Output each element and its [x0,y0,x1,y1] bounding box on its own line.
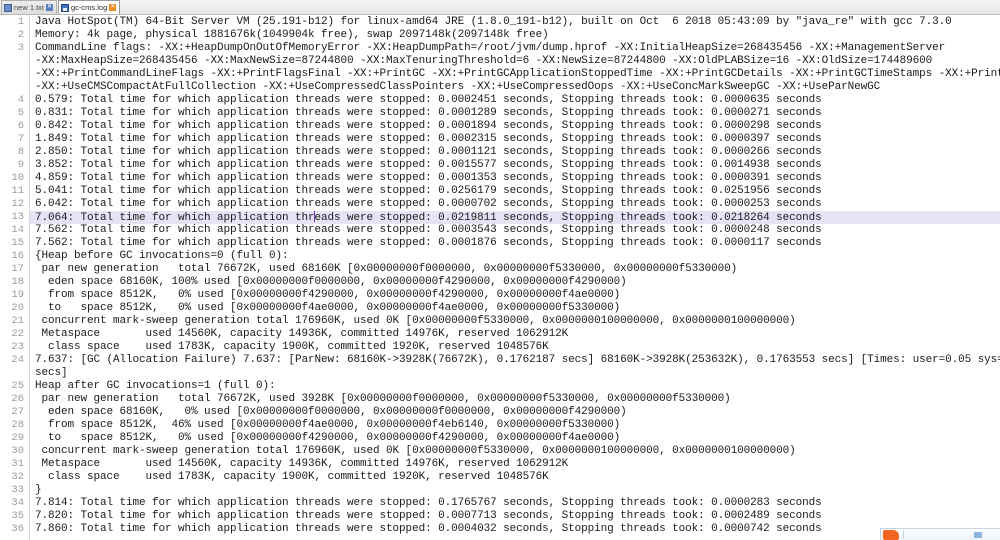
line-number: 7 [17,133,24,145]
line-number: 18 [11,276,24,288]
line-number: 22 [11,328,24,340]
text-caret [314,211,316,222]
code-line[interactable]: 0.842: Total time for which application … [30,120,1000,133]
code-line[interactable]: CommandLine flags: -XX:+HeapDumpOnOutOfM… [30,42,1000,55]
code-line[interactable]: secs] [30,367,1000,380]
line-number: 11 [11,185,24,197]
line-number: 12 [11,198,24,210]
tab-label: new 1.txt [14,2,45,12]
line-number: 28 [11,419,24,431]
code-line[interactable]: to space 8512K, 0% used [0x00000000f4290… [30,432,1000,445]
line-number: 31 [11,458,24,470]
line-number-continuation [0,55,29,68]
code-line[interactable]: class space used 1783K, capacity 1900K, … [30,341,1000,354]
code-line[interactable]: {Heap before GC invocations=0 (full 0): [30,250,1000,263]
line-number: 30 [11,445,24,457]
code-line[interactable]: 0.831: Total time for which application … [30,107,1000,120]
code-line[interactable]: 7.860: Total time for which application … [30,523,1000,536]
line-number: 2 [17,29,24,41]
line-number: 3 [17,42,24,54]
code-line[interactable]: 4.859: Total time for which application … [30,172,1000,185]
line-number: 29 [11,432,24,444]
line-number: 1 [17,16,24,28]
line-number: 15 [11,237,24,249]
tab-close-icon[interactable]: ✕ [46,4,54,11]
tab-label: gc-cms.log [71,2,108,12]
line-number: 35 [11,510,24,522]
code-line[interactable]: concurrent mark-sweep generation total 1… [30,445,1000,458]
line-number: 25 [11,380,24,392]
code-line[interactable]: 7.814: Total time for which application … [30,497,1000,510]
tab-close-icon[interactable]: ✕ [109,4,117,11]
code-line[interactable]: concurrent mark-sweep generation total 1… [30,315,1000,328]
code-line[interactable]: from space 8512K, 0% used [0x00000000f42… [30,289,1000,302]
code-line-current[interactable]: 7.064: Total time for which application … [30,211,1000,224]
app-logo-icon [883,529,899,540]
code-line[interactable]: 2.850: Total time for which application … [30,146,1000,159]
code-line[interactable]: Memory: 4k page, physical 1881676k(10499… [30,29,1000,42]
code-line[interactable]: 3.852: Total time for which application … [30,159,1000,172]
divider [903,530,904,539]
line-number: 19 [11,289,24,301]
code-line[interactable]: 7.637: [GC (Allocation Failure) 7.637: [… [30,354,1000,367]
editor-area[interactable]: 123 4 5 6 7 8 9 10 11 12 13 14 15 16 17 18 19 20 21 22 23 24… [0,15,1000,540]
code-line[interactable]: 7.820: Total time for which application … [30,510,1000,523]
code-line[interactable]: -XX:MaxHeapSize=268435456 -XX:MaxNewSize… [30,55,1000,68]
line-number: 26 [11,393,24,405]
line-number: 27 [11,406,24,418]
code-line[interactable]: 5.041: Total time for which application … [30,185,1000,198]
line-number: 9 [17,159,24,171]
line-number: 21 [11,315,24,327]
line-number: 36 [11,523,24,535]
line-number-continuation [0,81,29,94]
code-line[interactable]: Heap after GC invocations=1 (full 0): [30,380,1000,393]
widget-button-icon[interactable] [974,531,982,538]
line-number: 6 [17,120,24,132]
line-number: 17 [11,263,24,275]
tab-new-1-txt[interactable]: new 1.txt ✕ [1,0,58,14]
line-number-continuation [0,68,29,81]
line-number: 8 [17,146,24,158]
code-line[interactable]: Metaspace used 14560K, capacity 14936K, … [30,458,1000,471]
line-number: 4 [17,94,24,106]
save-document-icon [61,3,70,12]
code-line[interactable]: to space 8512K, 0% used [0x00000000f4ae0… [30,302,1000,315]
line-number: 10 [11,172,24,184]
code-line[interactable]: 1.849: Total time for which application … [30,133,1000,146]
editor-window: new 1.txt ✕ gc-cms.log ✕ 123 4 5 6 7 8 9 10 11 1… [0,0,1000,540]
line-number: 24 [11,354,24,366]
line-number-continuation [0,367,29,380]
line-number-gutter: 123 4 5 6 7 8 9 10 11 12 13 14 15 16 17 18 19 20 21 22 23 24… [0,15,30,540]
line-number: 13 [11,211,24,223]
line-number: 23 [11,341,24,353]
code-line[interactable]: 0.579: Total time for which application … [30,94,1000,107]
code-line[interactable]: -XX:+UseCMSCompactAtFullCollection -XX:+… [30,81,1000,94]
code-line[interactable]: eden space 68160K, 0% used [0x00000000f0… [30,406,1000,419]
code-line[interactable]: 7.562: Total time for which application … [30,237,1000,250]
code-text-area[interactable]: Java HotSpot(TM) 64-Bit Server VM (25.19… [30,15,1000,540]
code-line[interactable]: class space used 1783K, capacity 1900K, … [30,471,1000,484]
tab-gc-cms-log[interactable]: gc-cms.log ✕ [58,0,121,14]
floating-status-widget[interactable] [880,528,1000,540]
line-number: 16 [11,250,24,262]
line-number: 32 [11,471,24,483]
code-line[interactable]: } [30,484,1000,497]
code-line[interactable]: Java HotSpot(TM) 64-Bit Server VM (25.19… [30,16,1000,29]
code-line[interactable]: Metaspace used 14560K, capacity 14936K, … [30,328,1000,341]
code-line[interactable]: -XX:+PrintCommandLineFlags -XX:+PrintFla… [30,68,1000,81]
document-icon [4,3,12,12]
line-number: 5 [17,107,24,119]
line-number: 14 [11,224,24,236]
code-line[interactable]: from space 8512K, 46% used [0x00000000f4… [30,419,1000,432]
line-number: 34 [11,497,24,509]
code-line[interactable]: 6.042: Total time for which application … [30,198,1000,211]
code-line[interactable]: par new generation total 76672K, used 39… [30,393,1000,406]
code-line[interactable]: 7.562: Total time for which application … [30,224,1000,237]
code-line[interactable]: eden space 68160K, 100% used [0x00000000… [30,276,1000,289]
code-line[interactable]: par new generation total 76672K, used 68… [30,263,1000,276]
line-number: 20 [11,302,24,314]
tab-bar: new 1.txt ✕ gc-cms.log ✕ [0,0,1000,15]
line-number: 33 [11,484,24,496]
